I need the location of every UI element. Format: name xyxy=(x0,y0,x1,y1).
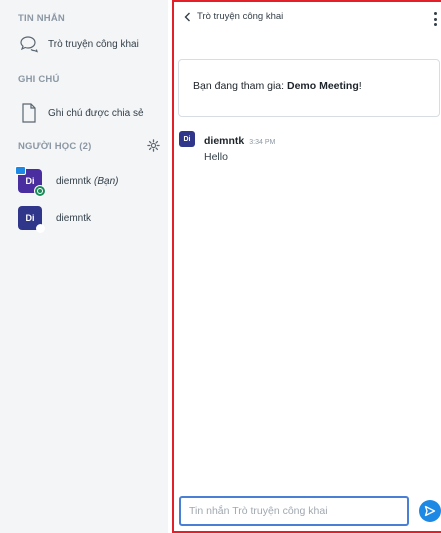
chevron-left-icon[interactable] xyxy=(182,12,192,22)
shared-notes-label: Ghi chú được chia sẻ xyxy=(48,107,144,119)
user-name: diemntk xyxy=(56,212,92,224)
sidebar: TIN NHẮN Trò truyện công khai GHI CHÚ Gh… xyxy=(0,0,168,533)
sidebar-item-public-chat[interactable]: Trò truyện công khai xyxy=(18,31,139,57)
chat-header-back[interactable]: Trò truyện công khai xyxy=(182,11,283,22)
send-icon xyxy=(424,505,436,517)
chat-message: Di diemntk 3:34 PM Hello xyxy=(179,131,275,163)
send-button[interactable] xyxy=(419,500,441,522)
note-page-icon xyxy=(18,102,40,124)
message-time: 3:34 PM xyxy=(249,139,276,146)
users-section-title: NGƯỜI HỌC (2) xyxy=(18,141,92,152)
message-text: Hello xyxy=(204,151,228,163)
sidebar-item-shared-notes[interactable]: Ghi chú được chia sẻ xyxy=(18,100,144,126)
avatar: Di xyxy=(15,166,46,197)
message-input-placeholder: Tin nhắn Trò truyện công khai xyxy=(189,505,328,517)
chat-bubble-icon xyxy=(18,33,40,55)
messages-section-title: TIN NHẮN xyxy=(18,13,65,24)
user-list-item-self[interactable]: Di diemntk (Bạn) xyxy=(15,166,119,197)
user-settings-gear-icon[interactable] xyxy=(146,138,160,152)
user-you-suffix: (Bạn) xyxy=(94,175,119,187)
user-list-item[interactable]: Di diemntk xyxy=(18,203,91,233)
more-options-icon[interactable] xyxy=(432,12,438,26)
avatar: Di xyxy=(18,206,45,233)
message-author: diemntk xyxy=(204,135,245,147)
user-name: diemntk xyxy=(56,175,92,187)
welcome-banner: Bạn đang tham gia: Demo Meeting! xyxy=(178,59,440,117)
chat-panel: Trò truyện công khai Bạn đang tham gia: … xyxy=(172,0,441,533)
avatar: Di xyxy=(179,131,195,147)
online-status-icon xyxy=(34,185,46,197)
meeting-name: Demo Meeting xyxy=(286,80,359,92)
chat-title: Trò truyện công khai xyxy=(197,11,284,22)
presenter-icon xyxy=(15,166,26,175)
notes-section-title: GHI CHÚ xyxy=(18,74,60,85)
message-input[interactable]: Tin nhắn Trò truyện công khai xyxy=(179,496,409,526)
public-chat-label: Trò truyện công khai xyxy=(48,38,139,50)
status-dot-icon xyxy=(36,224,45,233)
